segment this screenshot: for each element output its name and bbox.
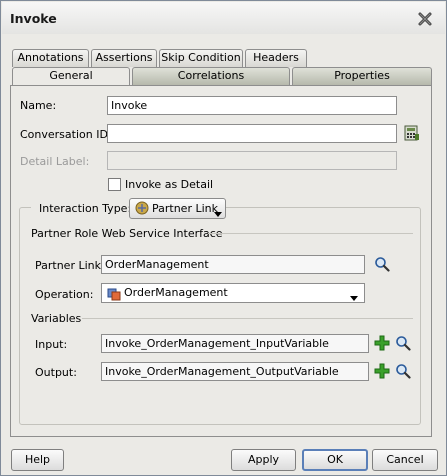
tab-label: Headers <box>253 51 299 64</box>
output-label: Output: <box>35 366 77 379</box>
tab-label: Properties <box>334 69 390 82</box>
partner-link-field: OrderManagement <box>101 255 365 274</box>
tab-label: General <box>49 69 93 82</box>
name-field[interactable]: Invoke <box>107 96 397 115</box>
search-icon[interactable] <box>395 363 411 379</box>
chevron-down-icon <box>214 205 222 224</box>
tab-correlations[interactable]: Correlations <box>132 67 290 85</box>
tab-headers[interactable]: Headers <box>245 49 307 67</box>
tab-skip-condition[interactable]: Skip Condition <box>159 49 243 67</box>
interaction-type-dropdown[interactable]: Partner Link <box>129 198 226 219</box>
operation-select[interactable]: OrderManagement <box>101 283 365 303</box>
section-divider <box>208 233 413 234</box>
tab-label: Assertions <box>95 51 153 64</box>
input-variable-field: Invoke_OrderManagement_InputVariable <box>101 334 369 353</box>
tab-label: Skip Condition <box>161 51 241 64</box>
tab-label: Correlations <box>177 69 245 82</box>
operation-value: OrderManagement <box>124 286 228 299</box>
title-bar: Invoke <box>2 2 445 34</box>
add-icon[interactable] <box>374 363 390 379</box>
dialog-title: Invoke <box>10 11 57 26</box>
conversation-id-label: Conversation ID: <box>20 128 112 141</box>
invoke-dialog: Invoke Annotations Assertions Skip Condi… <box>0 0 447 476</box>
operation-label: Operation: <box>35 288 94 301</box>
conversation-id-field[interactable] <box>107 124 397 143</box>
cancel-button[interactable]: Cancel <box>372 449 438 471</box>
name-label: Name: <box>20 99 57 112</box>
interaction-type-label: Interaction Type: <box>31 202 138 215</box>
tab-general[interactable]: General <box>12 67 130 86</box>
ok-button[interactable]: OK <box>302 449 368 471</box>
input-label: Input: <box>35 338 68 351</box>
output-variable-field: Invoke_OrderManagement_OutputVariable <box>101 362 369 381</box>
help-button[interactable]: Help <box>11 449 64 471</box>
partner-link-label: Partner Link: <box>35 259 105 272</box>
add-icon[interactable] <box>374 335 390 351</box>
calculator-icon[interactable] <box>404 125 420 141</box>
chevron-down-icon <box>350 290 358 308</box>
detail-label-label: Detail Label: <box>20 155 90 168</box>
apply-button[interactable]: Apply <box>231 449 296 471</box>
variables-section-title: Variables <box>31 312 82 325</box>
interaction-type-value: Partner Link <box>152 202 218 215</box>
tab-label: Annotations <box>17 51 84 64</box>
close-icon[interactable] <box>417 11 433 27</box>
search-icon[interactable] <box>374 256 390 272</box>
partner-role-section-title: Partner Role Web Service Interface <box>31 227 223 240</box>
tab-annotations[interactable]: Annotations <box>12 49 89 67</box>
section-divider <box>82 318 413 319</box>
operation-icon <box>106 286 122 302</box>
tab-properties[interactable]: Properties <box>292 67 432 85</box>
search-icon[interactable] <box>395 335 411 351</box>
invoke-as-detail-checkbox[interactable] <box>108 178 121 191</box>
partner-link-icon <box>134 200 150 216</box>
detail-label-field <box>107 151 397 170</box>
tab-assertions[interactable]: Assertions <box>91 49 157 67</box>
invoke-as-detail-label: Invoke as Detail <box>125 178 214 191</box>
